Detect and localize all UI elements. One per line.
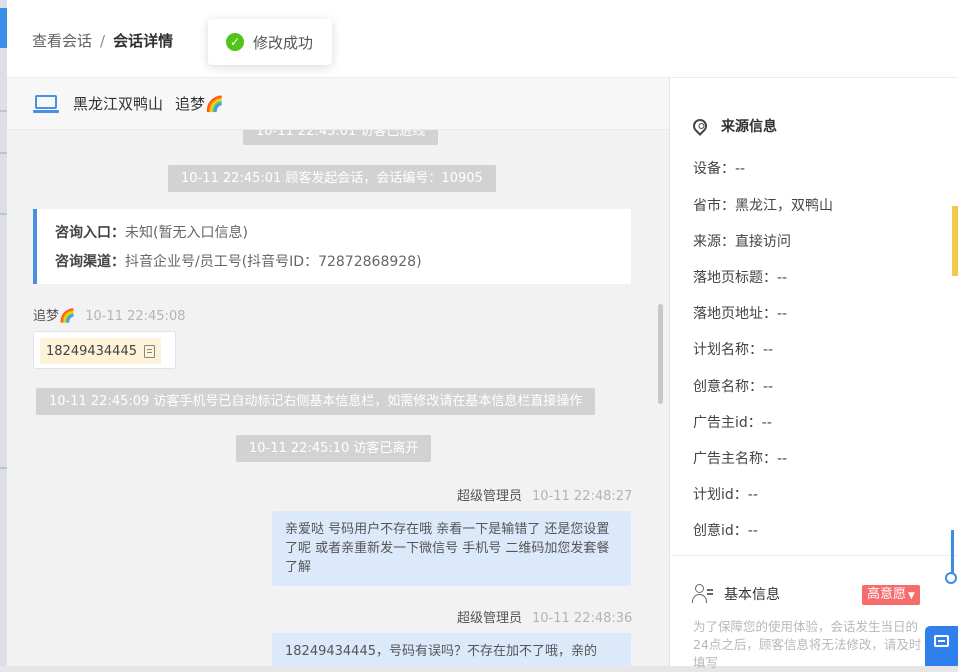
check-circle-icon: ✓ [226, 33, 244, 51]
intent-tag-dropdown[interactable]: 高意愿 ▼ [862, 585, 920, 605]
message-time: 10-11 22:45:08 [85, 309, 186, 324]
chat-area[interactable]: 黑龙江双鸭山 追梦🌈 10-11 22:45:01 访客已进线 10-11 22… [7, 78, 670, 666]
session-detail-panel: 查看会话 / 会话详情 ✓ 修改成功 黑龙江双鸭山 追梦🌈 10-11 22:45:… [7, 0, 958, 670]
field-value: -- [777, 306, 788, 322]
field-value: 黑龙江，双鸭山 [735, 198, 833, 214]
chat-header: 黑龙江双鸭山 追梦🌈 [7, 78, 669, 130]
field-plan-id: 计划id：-- [693, 484, 758, 504]
field-device: 设备：-- [693, 158, 745, 178]
edit-notice: 为了保障您的使用体验，会话发生当日的24点之后，顾客信息将无法修改，请及时填写 [693, 619, 922, 670]
field-label: 来源： [693, 234, 735, 250]
agent-message-meta: 超级管理员 10-11 22:48:36 [457, 607, 632, 626]
intent-tag-label: 高意愿 [867, 587, 907, 602]
field-landing-title: 落地页标题：-- [693, 267, 787, 287]
field-label: 落地页标题： [693, 270, 777, 286]
field-value: 直接访问 [735, 234, 791, 250]
consult-channel-row: 咨询渠道：抖音企业号/员工号(抖音号ID：72872868928) [55, 251, 631, 273]
background-tick [0, 110, 7, 112]
breadcrumb-separator: / [100, 32, 106, 50]
visitor-message-meta: 追梦🌈 10-11 22:45:08 [33, 305, 185, 324]
field-value: -- [777, 451, 788, 467]
message-time: 10-11 22:48:27 [532, 489, 633, 504]
visitor-location: 黑龙江双鸭山 [73, 95, 164, 113]
system-message: 10-11 22:45:10 访客已离开 [236, 435, 432, 462]
background-blue-block [0, 8, 7, 48]
field-label: 广告主名称： [693, 451, 777, 467]
field-value: -- [763, 342, 774, 358]
info-sidebar: 来源信息 设备：-- 省市：黑龙江，双鸭山 来源：直接访问 落地页标题：-- 落… [671, 78, 958, 670]
field-province-city: 省市：黑龙江，双鸭山 [693, 195, 833, 215]
consult-entry-row: 咨询入口：未知(暂无入口信息) [55, 222, 631, 244]
field-value: -- [763, 379, 774, 395]
field-creative-id: 创意id：-- [693, 520, 758, 540]
background-tick [0, 467, 7, 469]
vertical-slider-track[interactable] [951, 530, 954, 578]
field-landing-url: 落地页地址：-- [693, 303, 787, 323]
field-label: 设备： [693, 161, 735, 177]
toast-message: 修改成功 [253, 33, 314, 52]
visitor-message-bubble: 18249434445 [33, 331, 176, 369]
agent-message-bubble: 18249434445，号码有误吗？不存在加不了哦，亲的 [272, 633, 631, 666]
message-time: 10-11 22:48:36 [532, 611, 633, 626]
system-message: 10-11 22:45:01 顾客发起会话，会话编号：10905 [168, 165, 496, 192]
background-tick [0, 213, 7, 215]
side-accent-bar [952, 206, 958, 276]
laptop-icon [33, 94, 59, 114]
consult-entry-value: 未知(暂无入口信息) [125, 225, 248, 241]
message-icon [934, 635, 949, 647]
consult-channel-label: 咨询渠道： [55, 254, 125, 270]
basic-info-heading: 基本信息 [724, 587, 780, 603]
field-creative-name: 创意名称：-- [693, 376, 773, 396]
background-tick [0, 152, 7, 154]
basic-info-title: 基本信息 [692, 584, 780, 604]
source-info-title: 来源信息 [690, 116, 777, 136]
consult-info-card: 咨询入口：未知(暂无入口信息) 咨询渠道：抖音企业号/员工号(抖音号ID：728… [33, 209, 631, 284]
field-value: -- [761, 415, 772, 431]
phone-number-highlight[interactable]: 18249434445 [40, 338, 161, 364]
field-label: 计划id： [693, 487, 748, 503]
breadcrumb-current: 会话详情 [113, 32, 174, 50]
agent-message-meta: 超级管理员 10-11 22:48:27 [457, 485, 632, 504]
breadcrumb-parent-link[interactable]: 查看会话 [32, 32, 92, 50]
field-source: 来源：直接访问 [693, 231, 791, 251]
field-label: 落地页地址： [693, 306, 777, 322]
consult-entry-label: 咨询入口： [55, 225, 125, 241]
section-divider [671, 555, 958, 556]
chat-scrollbar[interactable] [658, 304, 663, 404]
field-label: 创意名称： [693, 379, 763, 395]
field-value: -- [747, 487, 758, 503]
app-frame: 查看会话 / 会话详情 ✓ 修改成功 黑龙江双鸭山 追梦🌈 10-11 22:45:… [0, 0, 958, 670]
field-label: 创意id： [693, 523, 748, 539]
field-value: -- [747, 523, 758, 539]
phone-number: 18249434445 [46, 343, 137, 359]
vertical-slider-handle[interactable] [945, 572, 957, 584]
field-advertiser-id: 广告主id：-- [693, 412, 772, 432]
system-message: 10-11 22:45:09 访客手机号已自动标记右侧基本信息栏，如需修改请在基… [36, 388, 596, 415]
copy-icon[interactable] [143, 344, 155, 358]
visitor-name: 追梦🌈 [175, 95, 224, 113]
breadcrumb: 查看会话 / 会话详情 [32, 30, 173, 51]
field-plan-name: 计划名称：-- [693, 339, 773, 359]
consult-channel-value: 抖音企业号/员工号(抖音号ID：72872868928) [125, 254, 422, 270]
success-toast: ✓ 修改成功 [208, 19, 332, 65]
agent-message-bubble: 亲爱哒 号码用户不存在哦 亲看一下是输错了 还是您设置了呢 或者亲重新发一下微信… [272, 511, 631, 586]
caret-down-icon: ▼ [908, 591, 915, 601]
message-sender: 超级管理员 [457, 611, 523, 626]
message-sender: 超级管理员 [457, 489, 523, 504]
field-label: 省市： [693, 198, 735, 214]
field-label: 广告主id： [693, 415, 762, 431]
field-value: -- [777, 270, 788, 286]
message-sender: 追梦🌈 [33, 309, 76, 324]
chat-float-button[interactable] [925, 626, 958, 666]
field-label: 计划名称： [693, 342, 763, 358]
source-info-heading: 来源信息 [721, 119, 777, 135]
field-value: -- [735, 161, 746, 177]
person-info-icon [692, 584, 714, 604]
panel-header: 查看会话 / 会话详情 ✓ 修改成功 [7, 0, 958, 78]
background-left-strip [0, 0, 7, 666]
location-pin-icon [690, 116, 710, 136]
field-advertiser-name: 广告主名称：-- [693, 448, 787, 468]
